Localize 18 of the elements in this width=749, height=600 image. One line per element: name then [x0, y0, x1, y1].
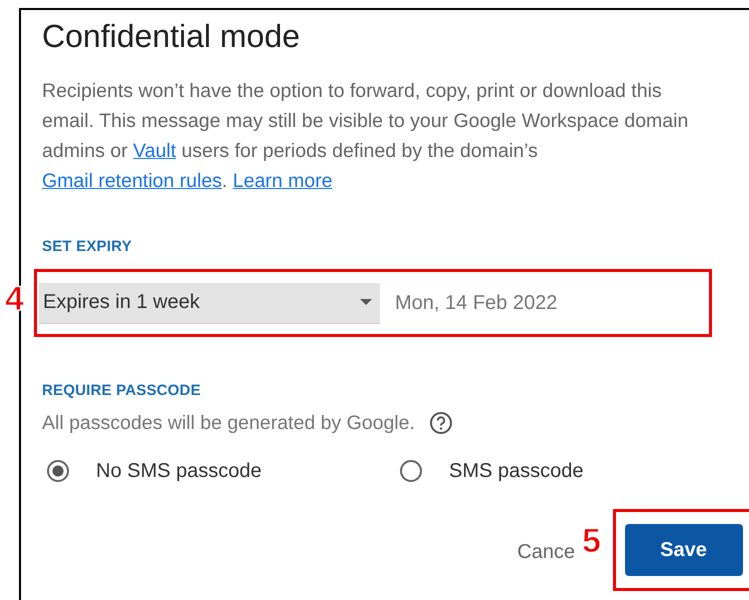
dialog-title: Confidential mode — [42, 18, 301, 54]
text-link[interactable]: Vault — [133, 140, 176, 162]
expiry-dropdown[interactable]: Expires in 1 week — [39, 282, 380, 324]
description-text: Recipients won’t have the option to forward, copy, print or download this email. This message may still be visible to your Google Workspace domain admins or Vault users for periods defined by the domain’s Gmail retention rules. Learn more — [42, 79, 690, 194]
passcode-note: All passcodes will be generated by Google. — [42, 412, 415, 434]
expiry-date: Mon, 14 Feb 2022 — [395, 292, 558, 314]
help-icon[interactable] — [428, 411, 453, 435]
radio-label: SMS passcode — [449, 460, 584, 482]
radio-button[interactable] — [399, 459, 423, 483]
text-link[interactable]: Gmail retention rules — [42, 170, 222, 192]
save-button[interactable]: Save — [624, 524, 742, 576]
cancel-button[interactable]: Cance — [517, 540, 575, 564]
radio-button[interactable] — [46, 459, 70, 483]
caret-icon — [360, 299, 372, 306]
section-heading: SET EXPIRY — [42, 238, 133, 255]
text-link[interactable]: Learn more — [232, 170, 332, 192]
section-heading: REQUIRE PASSCODE — [42, 382, 202, 399]
radio-label: No SMS passcode — [96, 460, 262, 482]
